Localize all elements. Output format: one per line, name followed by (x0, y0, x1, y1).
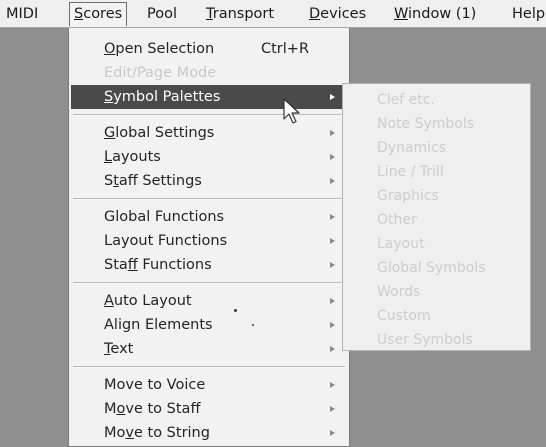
menu-item-global-settings[interactable]: Global Settings (71, 121, 347, 145)
submenu-arrow-icon (330, 154, 335, 160)
menu-item-align-elements[interactable]: Align Elements (71, 313, 347, 337)
menu-item-label: Staff Settings (104, 173, 202, 189)
submenu-arrow-icon (330, 406, 335, 412)
submenu-item-clef-etc: Clef etc. (377, 92, 435, 108)
submenu-item-note-symbols: Note Symbols (377, 116, 475, 132)
arrow-pointer-icon (283, 98, 300, 124)
menu-item-staff-settings[interactable]: Staff Settings (71, 169, 347, 193)
menu-item-staff-functions[interactable]: Staff Functions (71, 253, 347, 277)
menu-help[interactable]: Help (508, 3, 546, 25)
menu-item-edit-page-mode: Edit/Page Mode (71, 61, 347, 85)
menu-item-label: Global Settings (104, 125, 215, 141)
scores-menu-dropdown: Open Selection Ctrl+R Edit/Page Mode Symbol… (68, 28, 350, 447)
menu-window-1[interactable]: Window (1) (390, 3, 480, 25)
menu-item-symbol-palettes[interactable]: Symbol Palettes (71, 85, 347, 109)
menu-midi[interactable]: MIDI (2, 3, 42, 25)
menu-item-label: Layout Functions (104, 233, 228, 249)
submenu-item-global-symbols: Global Symbols (377, 260, 486, 276)
menu-item-label: Move to String (104, 425, 210, 441)
menu-separator (73, 282, 345, 284)
submenu-item-custom: Custom (377, 308, 431, 324)
menu-item-move-to-staff[interactable]: Move to Staff (71, 397, 347, 421)
menu-item-global-functions[interactable]: Global Functions (71, 205, 347, 229)
menu-transport[interactable]: Transport (202, 3, 278, 25)
submenu-item-layout: Layout (377, 236, 425, 252)
menu-item-label: Global Functions (104, 209, 225, 225)
submenu-arrow-icon (330, 94, 335, 100)
menu-item-label: Auto Layout (104, 293, 192, 309)
menu-scores[interactable]: Scores (69, 2, 128, 26)
submenu-arrow-icon (330, 430, 335, 436)
menu-item-label: Open Selection (104, 41, 215, 57)
menu-pool[interactable]: Pool (143, 3, 181, 25)
submenu-arrow-icon (330, 238, 335, 244)
menu-separator (73, 366, 345, 368)
submenu-arrow-icon (330, 130, 335, 136)
menu-item-open-selection[interactable]: Open Selection Ctrl+R (71, 37, 347, 61)
submenu-item-other: Other (377, 212, 417, 228)
symbol-palettes-submenu: Clef etc. Note Symbols Dynamics Line / Tril… (342, 83, 531, 351)
submenu-item-line-trill: Line / Trill (377, 164, 444, 180)
menu-item-auto-layout[interactable]: Auto Layout (71, 289, 347, 313)
menu-item-label: Staff Functions (104, 257, 212, 273)
menu-item-label: Align Elements (104, 317, 213, 333)
submenu-item-dynamics: Dynamics (377, 140, 447, 156)
menu-item-label: Move to Staff (104, 401, 201, 417)
submenu-arrow-icon (330, 346, 335, 352)
menu-item-label: Edit/Page Mode (104, 65, 217, 81)
menu-item-label: Layouts (104, 149, 161, 165)
screen-speck (234, 309, 237, 312)
menu-item-layouts[interactable]: Layouts (71, 145, 347, 169)
menu-item-text[interactable]: Text (71, 337, 347, 361)
submenu-arrow-icon (330, 322, 335, 328)
menu-item-move-to-voice[interactable]: Move to Voice (71, 373, 347, 397)
menu-devices[interactable]: Devices (305, 3, 370, 25)
menu-separator (73, 114, 345, 116)
menu-item-label: Move to Voice (104, 377, 206, 393)
submenu-arrow-icon (330, 262, 335, 268)
menu-bar: MIDI Scores Pool Transport Devices Window (1)… (0, 0, 546, 28)
menu-item-label: Symbol Palettes (104, 89, 221, 105)
menu-item-label: Text (104, 341, 134, 357)
submenu-arrow-icon (330, 214, 335, 220)
shortcut-label: Ctrl+R (261, 41, 310, 57)
menu-item-move-to-string[interactable]: Move to String (71, 421, 347, 445)
submenu-item-graphics: Graphics (377, 188, 439, 204)
submenu-item-user-symbols: User Symbols (377, 332, 473, 348)
menu-item-layout-functions[interactable]: Layout Functions (71, 229, 347, 253)
screen-speck (252, 324, 254, 326)
submenu-arrow-icon (330, 382, 335, 388)
submenu-arrow-icon (330, 178, 335, 184)
menu-separator (73, 198, 345, 200)
submenu-arrow-icon (330, 298, 335, 304)
submenu-item-words: Words (377, 284, 421, 300)
